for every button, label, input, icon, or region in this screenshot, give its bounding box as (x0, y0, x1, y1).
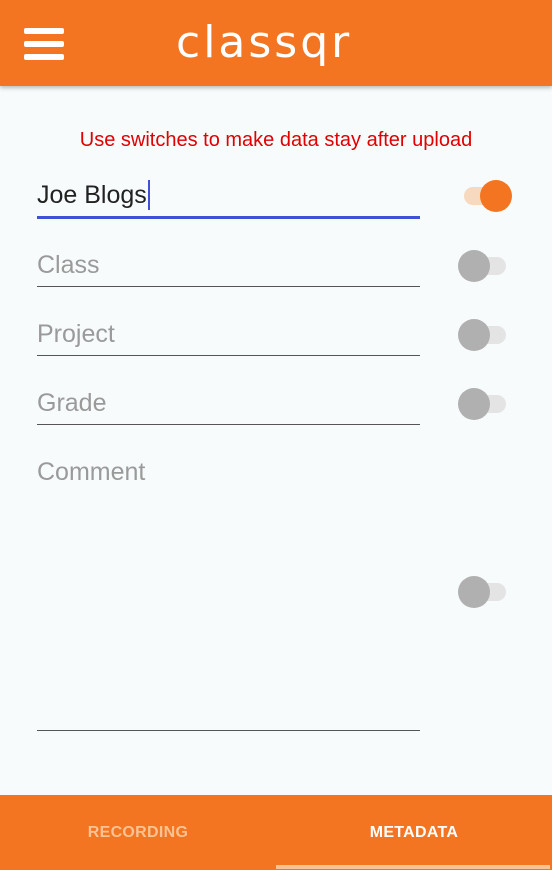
app-logo: classqr (176, 17, 353, 68)
class-persist-switch[interactable] (458, 249, 506, 283)
comment-persist-switch[interactable] (458, 575, 506, 609)
name-persist-switch[interactable] (460, 179, 512, 213)
text-caret (147, 180, 150, 210)
hamburger-menu-icon[interactable] (24, 28, 66, 62)
comment-textarea[interactable]: Comment (37, 456, 420, 731)
tab-metadata[interactable]: METADATA (276, 795, 552, 870)
grade-persist-switch[interactable] (458, 387, 506, 421)
grade-input-placeholder: Grade (37, 389, 107, 417)
project-input[interactable]: Project (37, 310, 420, 356)
name-input-value: Joe Blogs (37, 181, 147, 209)
bottom-tab-bar: RECORDING METADATA (0, 795, 552, 870)
grade-input[interactable]: Grade (37, 379, 420, 425)
name-input[interactable]: Joe Blogs (37, 173, 420, 219)
class-input[interactable]: Class (37, 241, 420, 287)
project-input-placeholder: Project (37, 320, 115, 348)
class-input-placeholder: Class (37, 251, 100, 279)
app-bar: classqr (0, 0, 552, 86)
project-persist-switch[interactable] (458, 318, 506, 352)
selected-tab-indicator (276, 865, 550, 869)
tab-recording[interactable]: RECORDING (0, 795, 276, 870)
comment-placeholder: Comment (37, 458, 146, 486)
persist-hint-text: Use switches to make data stay after upl… (79, 129, 473, 151)
